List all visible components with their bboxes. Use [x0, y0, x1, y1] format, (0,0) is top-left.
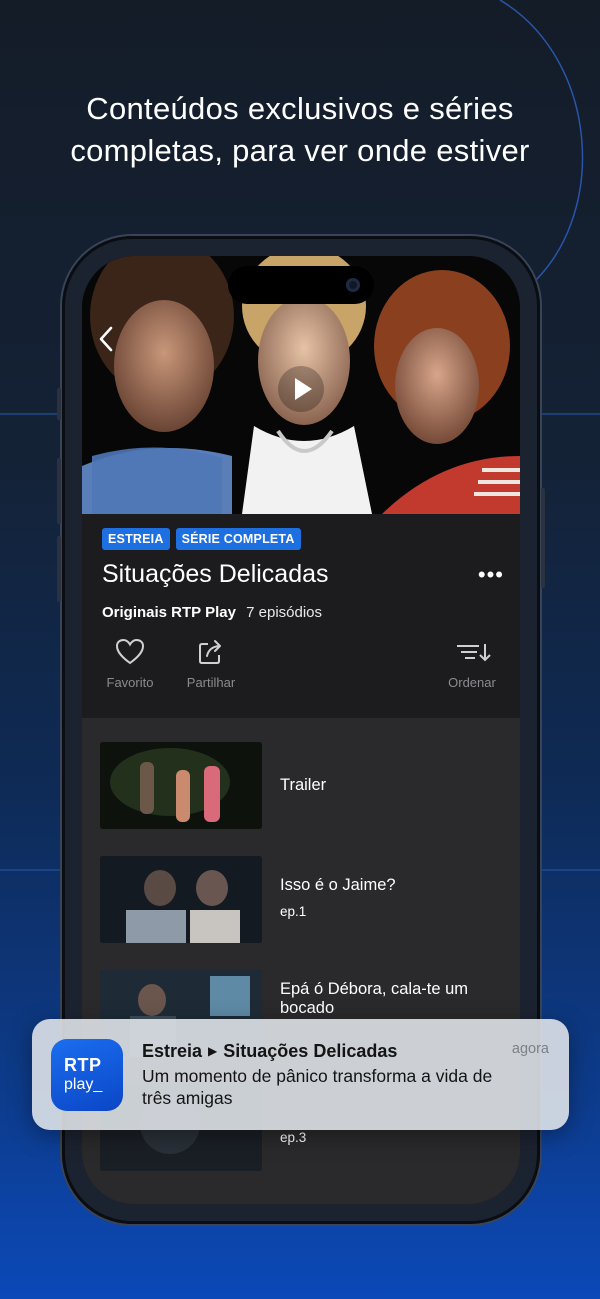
episode-count: 7 episódios: [246, 604, 323, 621]
share-label: Partilhar: [186, 675, 236, 690]
back-chevron-icon[interactable]: [98, 326, 122, 356]
app-icon-text-rtp: RTP: [64, 1055, 102, 1075]
notification-category: Estreia: [142, 1041, 203, 1061]
episode-number: ep.3: [280, 1130, 307, 1145]
episode-list: Trailer Isso é o Jaime? ep.1 Epá ó Débor…: [82, 718, 520, 1204]
sort-icon: [457, 644, 491, 662]
episode-title: Trailer: [280, 776, 327, 794]
favorite-button[interactable]: Favorito: [98, 638, 162, 690]
play-triangle-icon: ▶: [208, 1044, 218, 1058]
sort-button[interactable]: Ordenar: [440, 638, 504, 690]
episode-thumbnail: [100, 742, 262, 829]
episode-item-1[interactable]: Isso é o Jaime? ep.1: [100, 856, 502, 944]
notification-show-title: Situações Delicadas: [223, 1041, 398, 1061]
phone-side-button: [57, 388, 61, 420]
dynamic-island: [228, 266, 374, 304]
episode-number: ep.1: [280, 904, 307, 919]
badge-complete-series: SÉRIE COMPLETA: [175, 528, 301, 550]
episode-title: Isso é o Jaime?: [280, 876, 396, 894]
favorite-label: Favorito: [106, 675, 154, 690]
notification-time: agora: [511, 1041, 549, 1057]
app-icon-text-play: play_: [64, 1076, 103, 1093]
rtp-play-app-icon: RTP play_: [51, 1039, 123, 1111]
headline-line-2: completas, para ver onde estiver: [70, 133, 530, 168]
share-button[interactable]: Partilhar: [176, 638, 246, 690]
action-bar: Favorito Partilhar Ordenar: [82, 638, 520, 718]
notification-body: Um momento de pânico transforma a vida d…: [142, 1066, 493, 1108]
headline-line-1: Conteúdos exclusivos e séries: [86, 91, 514, 126]
play-icon[interactable]: [278, 366, 324, 412]
phone-volume-up: [57, 458, 61, 524]
notification-title: Estreia ▶ Situações Delicadas: [142, 1041, 397, 1062]
camera-icon: [346, 278, 360, 292]
episode-title: Epá ó Débora, cala-te um bocado: [280, 980, 469, 1017]
phone-volume-down: [57, 536, 61, 602]
badge-premiere: ESTREIA: [102, 528, 170, 550]
headline: Conteúdos exclusivos e séries completas,…: [0, 88, 600, 172]
ellipsis-icon[interactable]: •••: [478, 564, 504, 586]
phone-power-button: [541, 488, 545, 588]
heart-icon: [115, 638, 145, 665]
badge-group: ESTREIA SÉRIE COMPLETA: [102, 528, 301, 550]
show-meta: Originais RTP Play 7 episódios: [102, 604, 322, 621]
episode-item-trailer[interactable]: Trailer: [100, 742, 502, 830]
sort-label: Ordenar: [448, 675, 496, 690]
push-notification[interactable]: RTP play_ Estreia ▶ Situações Delicadas ag…: [32, 1019, 569, 1130]
show-title: Situações Delicadas: [102, 560, 329, 588]
producer-label: Originais RTP Play: [102, 604, 236, 621]
episode-thumbnail: [100, 856, 262, 943]
share-icon: [199, 640, 221, 664]
